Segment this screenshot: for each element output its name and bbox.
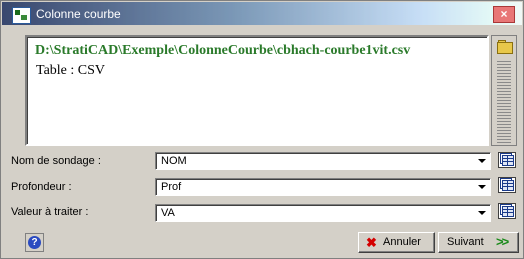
folder-icon-body: [497, 42, 513, 54]
chevron-down-icon[interactable]: [475, 180, 489, 194]
depth-table-button[interactable]: [498, 177, 516, 193]
sounding-name-label: Nom de sondage :: [11, 155, 101, 167]
open-folder-button[interactable]: [495, 37, 515, 55]
sounding-name-select[interactable]: NOM: [155, 152, 491, 170]
sounding-name-table-button[interactable]: [498, 152, 516, 168]
value-to-process-label: Valeur à traiter :: [11, 206, 89, 218]
close-button[interactable]: ×: [493, 6, 515, 23]
help-button[interactable]: ?: [25, 233, 44, 252]
table-icon: [502, 180, 514, 191]
help-icon: ?: [28, 236, 41, 249]
next-button-label: Suivant: [447, 236, 484, 248]
sounding-name-value: NOM: [161, 155, 187, 167]
table-type-text: Table : CSV: [36, 63, 106, 78]
double-arrow-right-icon: >>: [496, 234, 509, 249]
next-button[interactable]: Suivant >>: [438, 232, 519, 253]
x-icon: ✖: [366, 235, 377, 250]
side-scroll-track[interactable]: [497, 61, 511, 143]
value-to-process-select[interactable]: VA: [155, 204, 491, 222]
app-icon: [12, 7, 31, 24]
chevron-down-icon[interactable]: [475, 154, 489, 168]
depth-label: Profondeur :: [11, 181, 72, 193]
file-path-text: D:\StratiCAD\Exemple\ColonneCourbe\cbhac…: [35, 43, 411, 58]
table-icon: [502, 155, 514, 166]
title-bar[interactable]: Colonne courbe ×: [2, 2, 522, 25]
table-icon: [502, 206, 514, 217]
cancel-button[interactable]: ✖ Annuler: [358, 232, 435, 253]
value-to-process-value: VA: [161, 207, 175, 219]
window-title: Colonne courbe: [36, 7, 121, 21]
value-to-process-table-button[interactable]: [498, 203, 516, 219]
dialog-window: Colonne courbe × D:\StratiCAD\Exemple\Co…: [0, 0, 524, 259]
chevron-down-icon[interactable]: [475, 206, 489, 220]
file-info-display[interactable]: D:\StratiCAD\Exemple\ColonneCourbe\cbhac…: [25, 35, 489, 146]
cancel-button-label: Annuler: [383, 236, 421, 248]
depth-value: Prof: [161, 181, 182, 193]
depth-select[interactable]: Prof: [155, 178, 491, 196]
